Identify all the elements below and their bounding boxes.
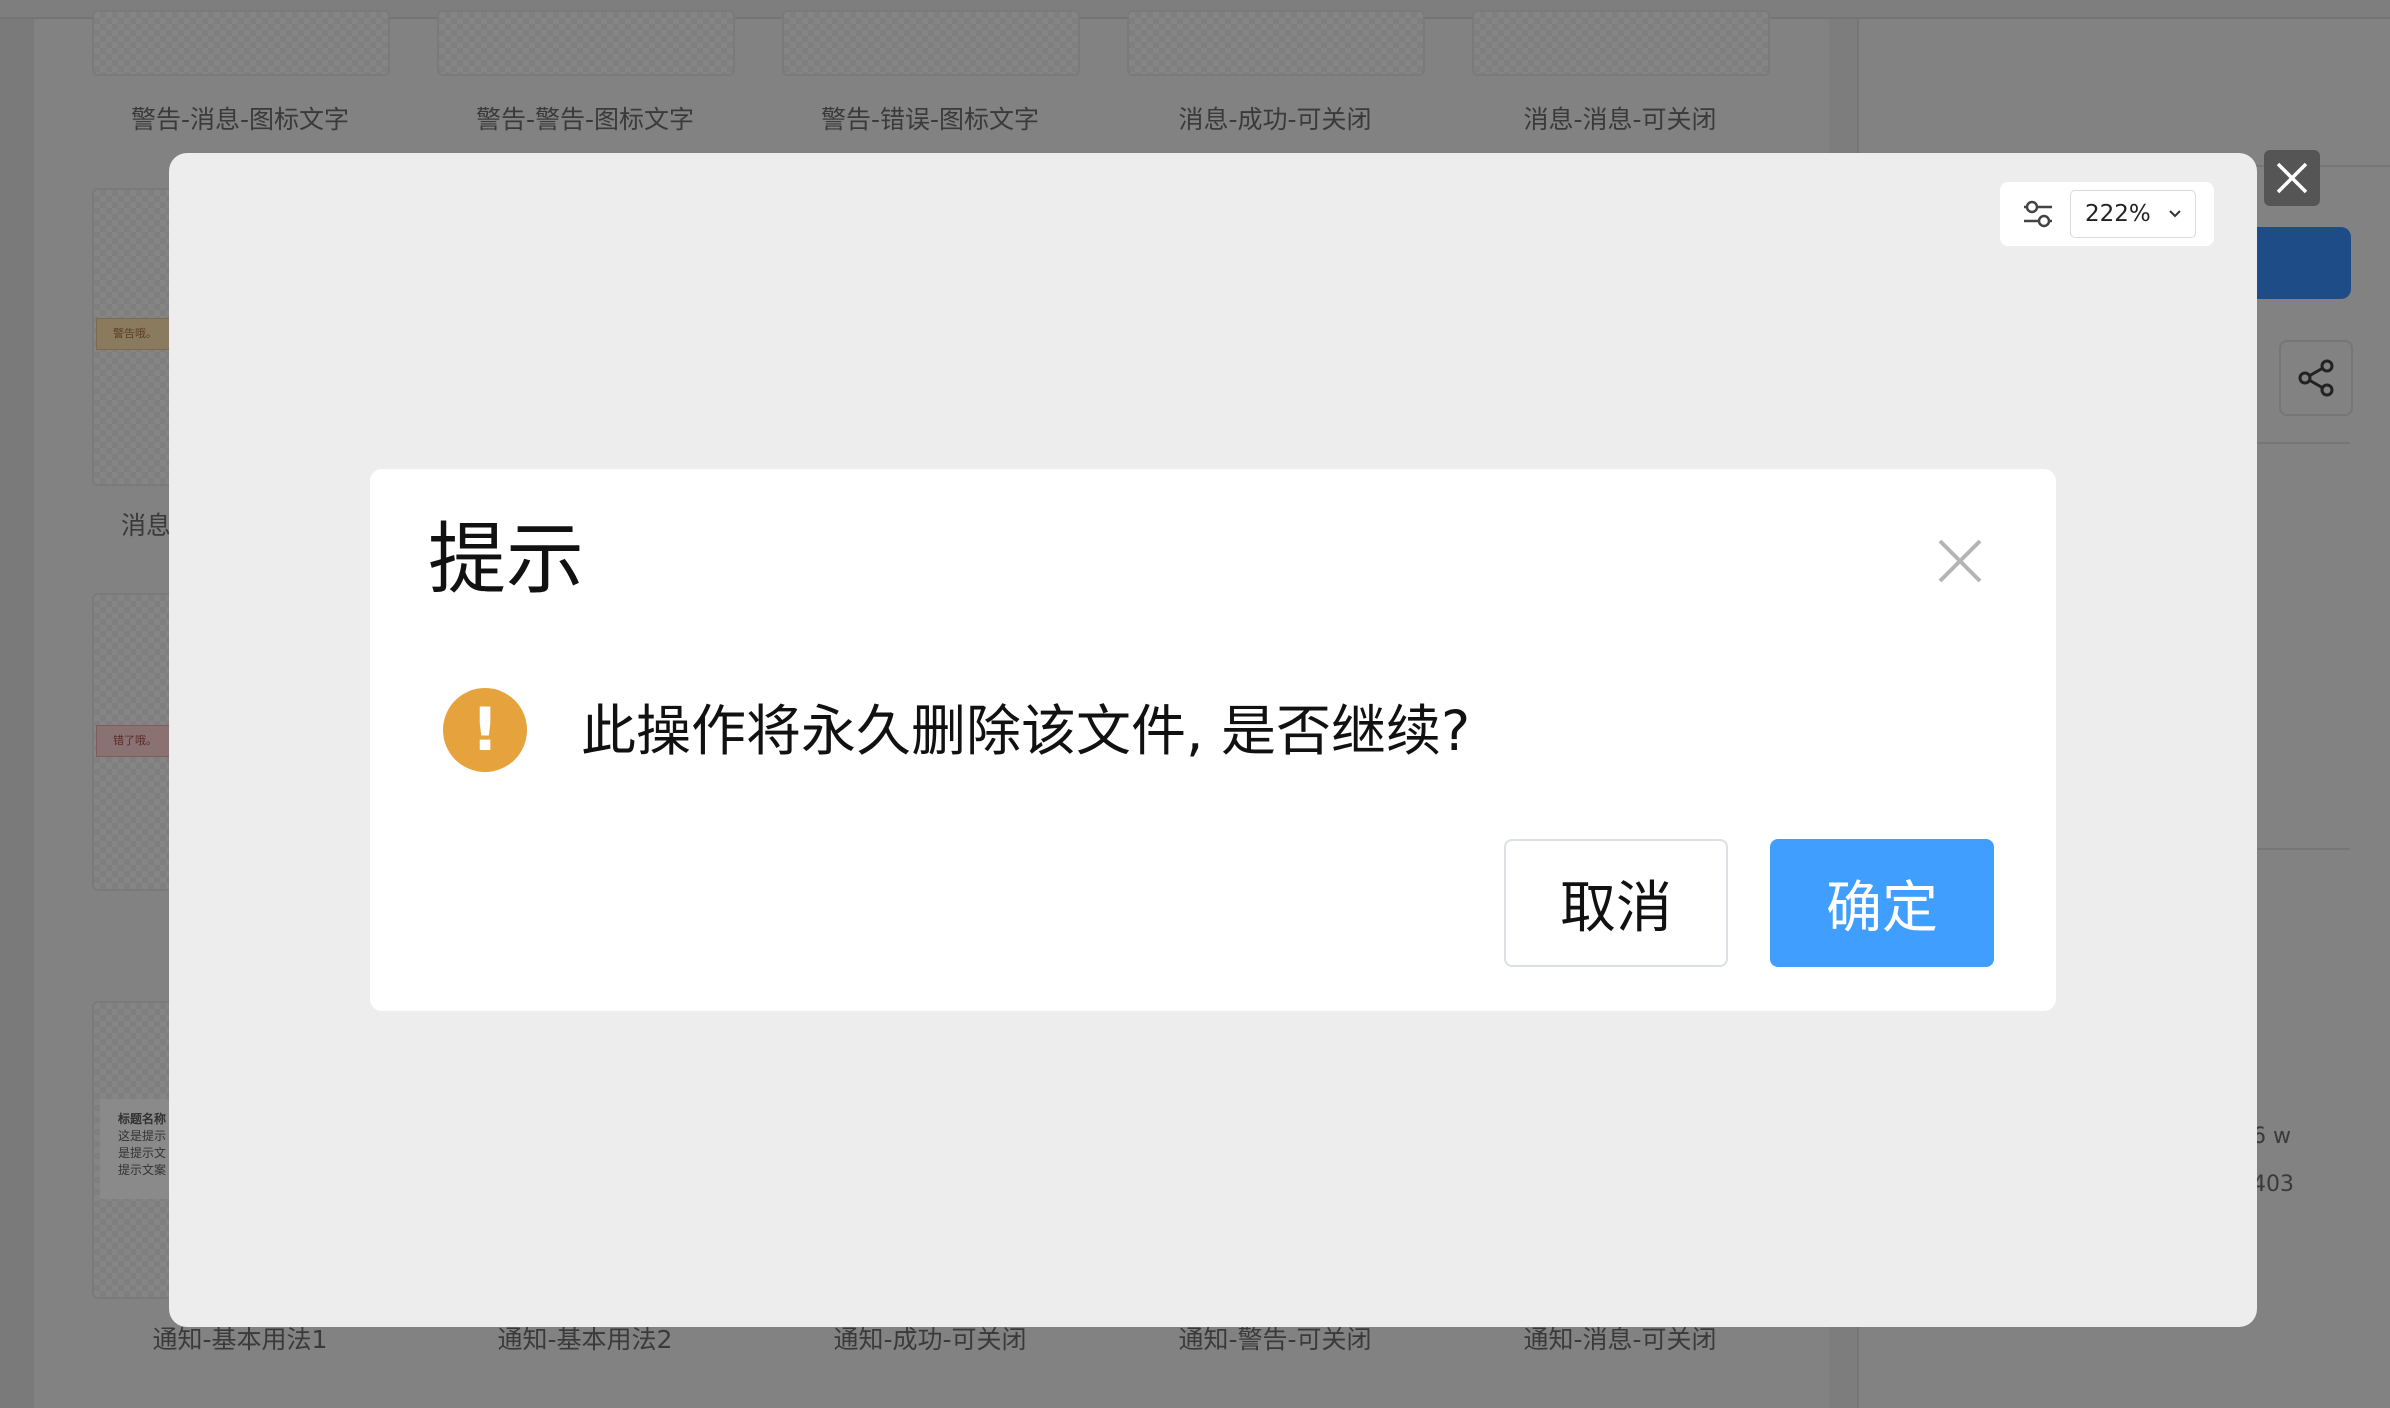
warning-alert-preview: 警告哦。: [96, 318, 176, 350]
divider: [2257, 442, 2350, 444]
image-preview: 222% 提示 ! 此操作将永久删除该文件, 是否继续? 取消 确定: [169, 153, 2257, 1327]
dialog-message: 此操作将永久删除该文件, 是否继续?: [581, 699, 1471, 763]
divider: [2257, 848, 2350, 850]
thumbnail[interactable]: [1472, 10, 1770, 76]
error-alert-preview: 错了哦。: [96, 725, 176, 757]
zoom-toolbar: 222%: [2000, 182, 2214, 246]
thumbnail-label: 消息-消息-可关闭: [1523, 105, 1717, 134]
info-text: 403: [2252, 1172, 2294, 1197]
close-icon: [2276, 162, 2308, 194]
notification-preview: 标题名称 这是提示 是提示文 提示文案: [100, 1099, 178, 1199]
thumbnail[interactable]: [92, 10, 390, 76]
preview-close-button[interactable]: [2264, 150, 2320, 206]
left-strip: [0, 19, 34, 1408]
thumbnail-label: 警告-消息-图标文字: [130, 105, 350, 134]
chevron-down-icon: [2169, 210, 2181, 218]
zoom-select[interactable]: 222%: [2070, 190, 2196, 238]
thumbnail[interactable]: [437, 10, 735, 76]
cancel-button[interactable]: 取消: [1504, 839, 1728, 967]
thumbnail-label: 警告-错误-图标文字: [820, 105, 1040, 134]
dialog-title: 提示: [428, 515, 585, 605]
share-button[interactable]: [2279, 340, 2353, 416]
sliders-icon[interactable]: [2022, 198, 2054, 230]
info-text: 6 w: [2252, 1124, 2291, 1149]
zoom-value: 222%: [2085, 201, 2151, 227]
thumbnail-label: 警告-警告-图标文字: [475, 105, 695, 134]
confirm-dialog: 提示 ! 此操作将永久删除该文件, 是否继续? 取消 确定: [370, 469, 2056, 1011]
confirm-button[interactable]: 确定: [1770, 839, 1994, 967]
thumbnail-label: 消息-成功-可关闭: [1178, 105, 1372, 134]
warning-icon: !: [443, 688, 527, 772]
thumbnail[interactable]: [782, 10, 1080, 76]
close-icon[interactable]: [1936, 537, 1984, 585]
thumbnail[interactable]: [1127, 10, 1425, 76]
share-icon: [2298, 359, 2334, 397]
